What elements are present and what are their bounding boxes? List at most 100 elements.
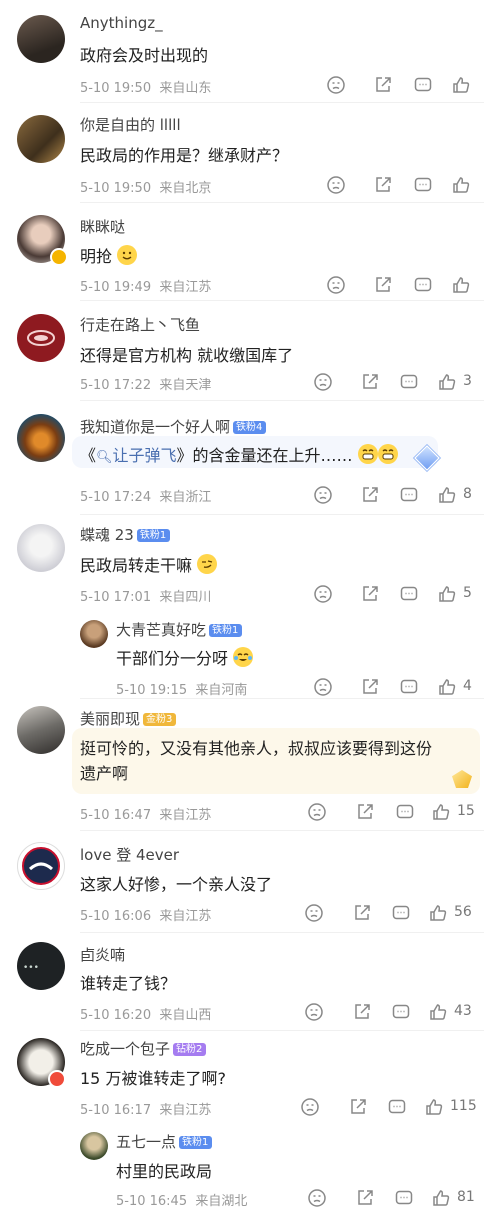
like-icon[interactable] — [451, 175, 471, 195]
emoji-reaction-icon[interactable] — [326, 275, 346, 295]
comment-text: 村里的民政局 — [116, 1162, 213, 1181]
like-button[interactable]: 56 — [428, 903, 478, 923]
avatar[interactable] — [17, 842, 65, 890]
comment-date: 5-10 17:01 — [80, 590, 152, 605]
like-button[interactable]: 115 — [424, 1097, 480, 1117]
share-icon[interactable] — [352, 1002, 372, 1022]
reply-icon[interactable] — [413, 275, 433, 295]
username[interactable]: Anythingz_ — [80, 14, 163, 32]
avatar[interactable] — [17, 706, 65, 754]
username[interactable]: 卣炎喃 — [80, 944, 125, 965]
avatar[interactable] — [80, 620, 108, 648]
avatar[interactable]: ••• — [17, 942, 65, 990]
like-button[interactable]: 15 — [431, 802, 477, 822]
username[interactable]: 大青芒真好吃 铁粉1 — [116, 619, 243, 640]
comment-text: 这家人好惨，一个亲人没了 — [80, 875, 273, 894]
like-icon — [439, 679, 456, 695]
fan-badge: 铁粉4 — [233, 421, 267, 434]
svg-text:•••: ••• — [23, 963, 39, 973]
fan-badge: 金粉3 — [143, 713, 177, 726]
comment-meta: 5-10 16:17 来自江苏 — [80, 1099, 211, 1118]
username[interactable]: 我知道你是一个好人啊 铁粉4 — [80, 416, 267, 437]
emoji-reaction-icon[interactable] — [300, 1097, 320, 1117]
comment-meta: 5-10 16:20 来自山西 — [80, 1004, 211, 1023]
username[interactable]: 五七一点 铁粉1 — [116, 1131, 213, 1152]
username[interactable]: 你是自由的 lllll — [80, 114, 181, 135]
reply-icon[interactable] — [413, 75, 433, 95]
emoji-reaction-icon[interactable] — [307, 1188, 327, 1208]
share-icon[interactable] — [373, 175, 393, 195]
emoji-reaction-icon[interactable] — [313, 677, 333, 697]
reply-icon[interactable] — [391, 903, 411, 923]
search-link[interactable]: 🔍︎让子弹飞 — [96, 446, 177, 465]
reply-icon[interactable] — [399, 485, 419, 505]
comment-location: 来自山东 — [159, 81, 212, 96]
reply-icon[interactable] — [399, 677, 419, 697]
reply-icon[interactable] — [394, 1188, 414, 1208]
share-icon[interactable] — [373, 75, 393, 95]
share-icon[interactable] — [348, 1097, 368, 1117]
username[interactable]: 眯眯哒 — [80, 216, 125, 237]
like-button[interactable]: 4 — [437, 677, 477, 697]
username[interactable]: 美丽即现 金粉3 — [80, 708, 177, 729]
reply-icon[interactable] — [413, 175, 433, 195]
comment-text: 明抢 — [80, 243, 138, 267]
like-icon — [430, 905, 447, 921]
like-button[interactable]: 43 — [428, 1002, 478, 1022]
emoji-reaction-icon[interactable] — [313, 584, 333, 604]
emoji-reaction-icon[interactable] — [326, 75, 346, 95]
username[interactable]: 行走在路上丶飞鱼 — [80, 314, 200, 335]
share-icon[interactable] — [355, 802, 375, 822]
like-button[interactable]: 81 — [431, 1188, 481, 1208]
reply-icon[interactable] — [399, 584, 419, 604]
emoji-reaction-icon[interactable] — [313, 485, 333, 505]
avatar[interactable] — [17, 524, 65, 572]
avatar[interactable] — [17, 314, 65, 362]
comment-text: 干部们分一分呀 — [116, 645, 254, 669]
avatar[interactable] — [17, 414, 65, 462]
share-icon[interactable] — [355, 1188, 375, 1208]
comment-meta: 5-10 17:24 来自浙江 — [80, 486, 211, 505]
reply-icon[interactable] — [395, 802, 415, 822]
emoji-reaction-icon[interactable] — [326, 175, 346, 195]
emoji-reaction-icon[interactable] — [304, 1002, 324, 1022]
reply-icon[interactable] — [387, 1097, 407, 1117]
like-icon[interactable] — [451, 275, 471, 295]
like-icon — [433, 1190, 450, 1206]
like-icon[interactable] — [451, 75, 471, 95]
share-icon[interactable] — [360, 372, 380, 392]
comment-text: 谁转走了钱？ — [80, 974, 177, 993]
comment-location: 来自浙江 — [159, 490, 212, 505]
like-button[interactable]: 8 — [437, 485, 477, 505]
avatar[interactable] — [17, 115, 65, 163]
comment-location: 来自湖北 — [195, 1194, 248, 1209]
comment-text: 《🔍︎让子弹飞》的含金量还在上升…… — [80, 442, 398, 466]
reply-icon[interactable] — [391, 1002, 411, 1022]
like-button[interactable]: 3 — [437, 372, 477, 392]
share-icon[interactable] — [360, 485, 380, 505]
share-icon[interactable] — [360, 584, 380, 604]
username[interactable]: love 登 4ever — [80, 844, 179, 865]
avatar[interactable] — [17, 15, 65, 63]
emoji-reaction-icon[interactable] — [307, 802, 327, 822]
verified-badge-icon — [50, 248, 68, 266]
comment-date: 5-10 19:49 — [80, 280, 152, 295]
comment-location: 来自北京 — [159, 181, 212, 196]
username[interactable]: 蝶魂 23 铁粉1 — [80, 524, 171, 545]
emoji-reaction-icon[interactable] — [313, 372, 333, 392]
share-icon[interactable] — [352, 903, 372, 923]
emoji-reaction-icon[interactable] — [304, 903, 324, 923]
like-count: 115 — [450, 1098, 477, 1114]
reply-icon[interactable] — [399, 372, 419, 392]
comment-text-line: 挺可怜的，又没有其他亲人，叔叔应该要得到这份 — [80, 739, 433, 758]
comment-meta: 5-10 16:45 来自湖北 — [116, 1190, 247, 1209]
avatar[interactable] — [80, 1132, 108, 1160]
comment-date: 5-10 19:50 — [80, 81, 152, 96]
comment-location: 来自江苏 — [159, 1103, 212, 1118]
like-count: 81 — [457, 1189, 475, 1205]
username[interactable]: 吃成一个包子 钻粉2 — [80, 1038, 207, 1059]
share-icon[interactable] — [373, 275, 393, 295]
comment-location: 来自山西 — [159, 1008, 212, 1023]
share-icon[interactable] — [360, 677, 380, 697]
like-button[interactable]: 5 — [437, 584, 477, 604]
